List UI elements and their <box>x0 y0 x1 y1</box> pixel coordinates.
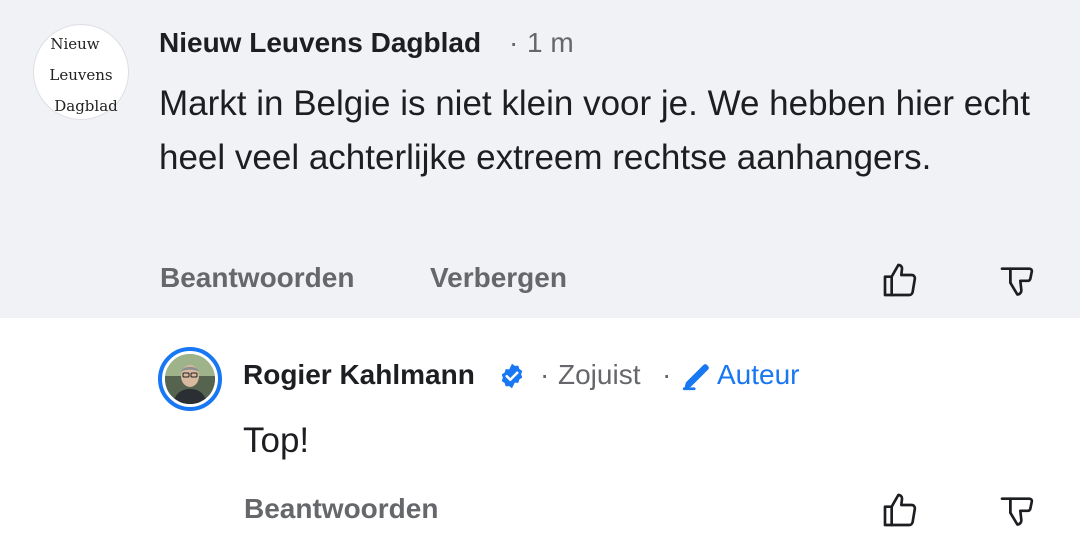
logo-text-line-2: Leuvens <box>49 66 113 84</box>
author-badge: Auteur <box>717 359 800 390</box>
comment-author-name[interactable]: Nieuw Leuvens Dagblad <box>159 27 481 59</box>
parent-comment: Nieuw Leuvens Dagblad Nieuw Leuvens Dagb… <box>0 0 1080 318</box>
avatar-newspaper-logo[interactable]: Nieuw Leuvens Dagblad <box>33 24 129 120</box>
profile-photo-image <box>165 354 215 404</box>
hide-button[interactable]: Verbergen <box>430 262 567 294</box>
reply-button[interactable]: Beantwoorden <box>244 493 438 525</box>
reply-text: Top! <box>243 421 310 460</box>
meta-separator: · <box>540 359 550 390</box>
verified-badge-icon <box>498 362 526 390</box>
avatar-profile-photo[interactable] <box>158 347 222 411</box>
meta-separator: · <box>662 359 672 390</box>
logo-text-line-3: Dagblad <box>54 97 118 115</box>
thumbs-up-icon[interactable] <box>880 260 920 300</box>
comment-timestamp[interactable]: 1 m <box>527 27 574 59</box>
logo-text-line-1: Nieuw <box>50 35 100 53</box>
reply-timestamp[interactable]: Zojuist <box>558 359 640 391</box>
meta-separator: · <box>509 27 519 58</box>
thumbs-down-icon[interactable] <box>997 492 1037 532</box>
comment-text: Markt in Belgie is niet klein voor je. W… <box>159 84 1030 177</box>
thumbs-up-icon[interactable] <box>880 490 920 530</box>
reply-author-name[interactable]: Rogier Kahlmann <box>243 359 475 391</box>
pencil-icon <box>680 359 714 393</box>
thumbs-down-icon[interactable] <box>997 262 1037 302</box>
reply-button[interactable]: Beantwoorden <box>160 262 354 294</box>
